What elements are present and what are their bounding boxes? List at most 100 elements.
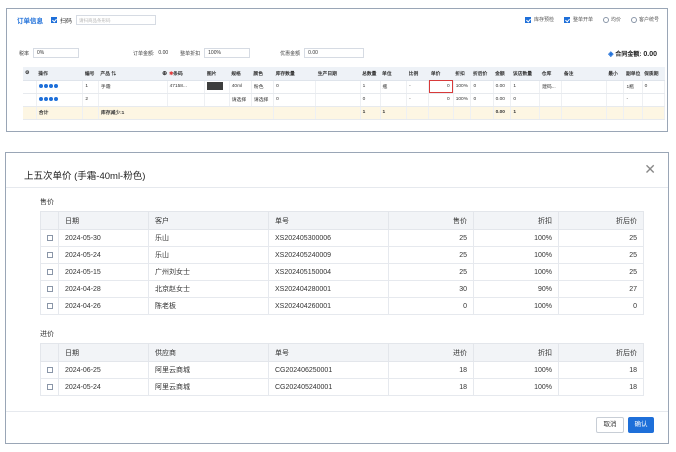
copy-icon[interactable]: [43, 96, 48, 101]
row-spec[interactable]: 40ml: [229, 80, 252, 94]
table-row[interactable]: 2024-05-24 乐山 XS202405240009 25 100% 25: [40, 246, 644, 264]
edit-icon[interactable]: [48, 83, 53, 88]
delete-icon[interactable]: [53, 96, 58, 101]
cell-order-no: XS202405240009: [268, 246, 389, 264]
sort-icon[interactable]: ⇅: [111, 72, 116, 77]
col-after-price: 折后价: [558, 211, 644, 230]
row-color[interactable]: 请选择: [251, 93, 275, 107]
scan-checkbox[interactable]: [51, 17, 57, 23]
row-price[interactable]: 0: [428, 80, 454, 94]
cell-date: 2024-05-24: [58, 246, 149, 264]
col-product: 产品 ⇅ ⊕: [98, 67, 168, 81]
table-row[interactable]: 2024-04-28 北京赵女士 XS202404280001 30 90% 2…: [40, 280, 644, 298]
add-icon[interactable]: [38, 96, 43, 101]
row-checkbox[interactable]: [46, 285, 53, 292]
row-discount[interactable]: 100%: [453, 93, 472, 107]
cell-after-price: 18: [558, 378, 644, 396]
cell-discount: 100%: [473, 378, 559, 396]
gear-icon[interactable]: ⚙: [25, 71, 29, 76]
col-after-price: 折后价: [558, 343, 644, 362]
confirm-button[interactable]: 确认: [628, 417, 654, 433]
col-stock[interactable]: 库存数量: [273, 67, 316, 81]
cell-after-price: 25: [558, 263, 644, 281]
cell-sale-price: 30: [388, 280, 474, 298]
row-unit[interactable]: 瓶: [380, 80, 408, 94]
sum-amount: 0.00: [493, 106, 512, 120]
table-row[interactable]: 2 请选择 请选择 0 0 - 0 100% 0 0.00 0 -: [23, 93, 666, 107]
col-discount: 折扣: [453, 67, 471, 81]
row-qty[interactable]: 1: [360, 80, 381, 94]
cell-sale-price: 25: [388, 263, 474, 281]
cell-discount: 100%: [473, 246, 559, 264]
row-warehouse[interactable]: [539, 93, 563, 107]
table-row[interactable]: 2024-06-25 阿里云商城 CG202406250001 18 100% …: [40, 361, 644, 379]
row-checkbox[interactable]: [46, 366, 53, 373]
cell-order-no: CG202406250001: [268, 361, 389, 379]
row-checkbox[interactable]: [46, 302, 53, 309]
product-thumbnail: [207, 81, 224, 90]
table-row[interactable]: 2024-05-15 广州刘女士 XS202405150004 25 100% …: [40, 263, 644, 281]
dialog-title: 上五次单价 (手霜-40ml-粉色): [24, 171, 146, 182]
row-amount: 0.00: [493, 93, 512, 107]
row-product[interactable]: [98, 93, 168, 107]
edit-icon[interactable]: [48, 96, 53, 101]
purchase-section-title: 进价: [40, 331, 54, 338]
row-note[interactable]: [561, 80, 607, 94]
preferential-input[interactable]: 0.00: [304, 48, 365, 58]
delete-icon[interactable]: [53, 83, 58, 88]
row-image: [204, 93, 230, 107]
row-date[interactable]: [315, 93, 361, 107]
col-date: 生产日期: [315, 67, 361, 81]
row-qty[interactable]: 0: [360, 93, 381, 107]
table-row[interactable]: 2024-05-30 乐山 XS202405300006 25 100% 25: [40, 229, 644, 247]
row-image: [204, 80, 230, 94]
option-avg-price[interactable]: 均价: [602, 16, 621, 23]
row-spec[interactable]: 请选择: [229, 93, 252, 107]
sum-label: 合计: [36, 106, 84, 120]
cell-after-price: 27: [558, 280, 644, 298]
col-shop-qty[interactable]: 该店数量: [510, 67, 540, 81]
row-unit[interactable]: [380, 93, 408, 107]
table-row[interactable]: 2024-05-24 阿里云商城 CG202405240001 18 100% …: [40, 378, 644, 396]
add-column-icon[interactable]: ⊕: [162, 70, 167, 77]
row-actions[interactable]: [36, 80, 84, 94]
cell-date: 2024-05-15: [58, 263, 149, 281]
cell-date: 2024-04-26: [58, 297, 149, 315]
copy-icon[interactable]: [43, 83, 48, 88]
table-row[interactable]: 1 手霜 47158... 40ml 粉色 0 1 瓶 - 0 100% 0 0…: [23, 80, 666, 94]
add-icon[interactable]: [38, 83, 43, 88]
close-icon[interactable]: ✕: [644, 161, 656, 178]
cancel-button[interactable]: 取消: [596, 417, 624, 433]
row-color[interactable]: 粉色: [251, 80, 275, 94]
row-date[interactable]: [315, 80, 361, 94]
col-sale-price: 售价: [388, 211, 474, 230]
cell-date: 2024-04-28: [58, 280, 149, 298]
tax-select[interactable]: 0%: [33, 48, 80, 58]
col-no: 编号: [82, 67, 99, 81]
total-amount: ◈ 合同金额: 0.00: [608, 49, 657, 58]
row-discount[interactable]: 100%: [453, 80, 472, 94]
row-checkbox[interactable]: [46, 251, 53, 258]
row-checkbox[interactable]: [46, 383, 53, 390]
discount-input[interactable]: 100%: [204, 48, 251, 58]
settings-col[interactable]: ⚙: [23, 67, 37, 81]
tax-label: 税率: [19, 50, 30, 57]
row-note[interactable]: [561, 93, 607, 107]
option-stock-check[interactable]: 库存预检: [524, 16, 554, 23]
row-actions[interactable]: [36, 93, 84, 107]
row-price[interactable]: 0: [428, 93, 454, 107]
row-product[interactable]: 手霜: [98, 80, 168, 94]
option-whole-order[interactable]: 整单开单: [563, 16, 593, 23]
row-checkbox[interactable]: [46, 234, 53, 241]
sale-table-header: 日期 客户 单号 售价 折扣 折后价: [40, 211, 644, 230]
col-supplier: 供应商: [148, 343, 269, 362]
option-customer-no[interactable]: 客户统号: [630, 16, 659, 23]
row-checkbox[interactable]: [46, 268, 53, 275]
col-unit: 单位: [380, 67, 407, 81]
scan-input[interactable]: 请扫商品条形码: [76, 15, 157, 25]
row-warehouse[interactable]: 建码...: [539, 80, 563, 94]
table-row[interactable]: 2024-04-26 陈老板 XS202404260001 0 100% 0: [40, 297, 644, 315]
col-color: 颜色: [251, 67, 274, 81]
col-price: 单价: [428, 67, 454, 81]
cell-discount: 100%: [473, 263, 559, 281]
